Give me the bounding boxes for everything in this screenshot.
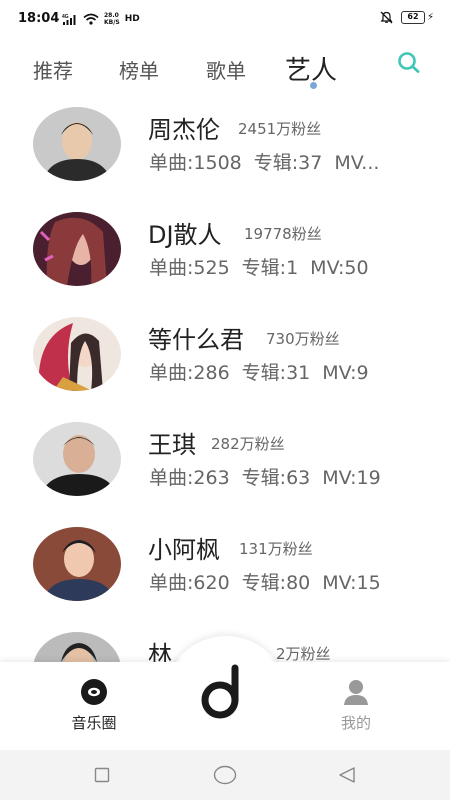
nav-profile[interactable]: 我的 (316, 678, 396, 733)
status-time: 18:04 (18, 11, 60, 26)
status-indicators: 4G 28.0 KB/S HD (62, 11, 140, 27)
active-tab-indicator (310, 82, 317, 89)
tab-playlists[interactable]: 歌单 (206, 55, 246, 84)
vinyl-record-icon (81, 679, 107, 705)
album-count: 专辑:37 (253, 152, 323, 174)
fan-count: 131万粉丝 (239, 540, 313, 558)
artist-stats: 单曲:263 专辑:63 MV:19 (149, 463, 381, 490)
album-count: 专辑:63 (241, 467, 311, 489)
artist-item[interactable]: 周杰伦 2451万粉丝 单曲:1508 专辑:37 MV... (0, 107, 450, 197)
nav-music-circle[interactable]: 音乐圈 (54, 678, 134, 733)
single-count: 单曲:263 (149, 467, 230, 489)
nav-label: 音乐圈 (71, 714, 117, 732)
mv-count: MV... (334, 152, 380, 174)
system-navigation-bar (0, 750, 450, 800)
status-bar: 18:04 4G 28.0 KB/S HD 62 ⚡ (0, 0, 450, 38)
fan-count: 19778粉丝 (244, 225, 322, 243)
fan-count: 730万粉丝 (266, 330, 340, 348)
artist-stats: 单曲:286 专辑:31 MV:9 (149, 358, 369, 385)
artist-item[interactable]: DJ散人 19778粉丝 单曲:525 专辑:1 MV:50 (0, 212, 450, 302)
status-right: 62 ⚡ (380, 11, 434, 24)
speed-value: 28.0 (104, 12, 119, 19)
artist-stats: 单曲:1508 专辑:37 MV... (149, 148, 379, 175)
tab-recommend[interactable]: 推荐 (33, 55, 73, 84)
artist-stats: 单曲:525 专辑:1 MV:50 (149, 253, 369, 280)
avatar (33, 317, 121, 391)
avatar (33, 107, 121, 181)
fan-count: 2451万粉丝 (238, 120, 322, 138)
single-count: 单曲:525 (149, 257, 230, 279)
home-circle-icon[interactable] (213, 765, 237, 785)
mv-count: MV:19 (322, 467, 381, 489)
artist-item[interactable]: 王琪 282万粉丝 单曲:263 专辑:63 MV:19 (0, 422, 450, 512)
artist-name: 王琪 (148, 431, 196, 459)
battery-indicator: 62 (400, 11, 425, 24)
album-count: 专辑:1 (241, 257, 299, 279)
single-count: 单曲:286 (149, 362, 230, 384)
speed-unit: KB/S (104, 19, 120, 26)
artist-name: 小阿枫 (148, 536, 220, 564)
nav-label: 我的 (340, 714, 371, 732)
single-count: 单曲:620 (149, 572, 230, 594)
wifi-icon (83, 13, 99, 25)
single-count: 单曲:1508 (149, 152, 242, 174)
avatar (33, 422, 121, 496)
avatar (33, 527, 121, 601)
mv-count: MV:15 (322, 572, 381, 594)
mute-bell-icon (380, 11, 393, 24)
avatar (33, 212, 121, 286)
user-icon (344, 680, 368, 705)
recent-apps-icon[interactable] (94, 767, 110, 783)
search-icon[interactable] (396, 50, 422, 76)
network-speed: 28.0 KB/S (104, 12, 120, 26)
hd-badge: HD (124, 14, 140, 24)
svg-text:4G: 4G (62, 14, 69, 20)
charging-icon: ⚡ (426, 12, 434, 23)
music-note-logo-icon[interactable] (196, 664, 256, 724)
artist-name: DJ散人 (148, 221, 222, 249)
artist-name: 周杰伦 (148, 116, 220, 144)
album-count: 专辑:80 (241, 572, 311, 594)
album-count: 专辑:31 (241, 362, 311, 384)
artist-stats: 单曲:620 专辑:80 MV:15 (149, 568, 381, 595)
artist-item[interactable]: 小阿枫 131万粉丝 单曲:620 专辑:80 MV:15 (0, 527, 450, 617)
back-triangle-icon[interactable] (337, 766, 357, 784)
cellular-signal-icon: 4G (62, 14, 76, 25)
mv-count: MV:50 (310, 257, 369, 279)
mv-count: MV:9 (322, 362, 369, 384)
fan-count: 282万粉丝 (211, 435, 285, 453)
tab-charts[interactable]: 榜单 (119, 55, 159, 84)
artist-item[interactable]: 等什么君 730万粉丝 单曲:286 专辑:31 MV:9 (0, 317, 450, 407)
category-tabs: 推荐 榜单 歌单 艺人 (0, 45, 450, 95)
fan-count: 2万粉丝 (276, 645, 331, 663)
artist-name: 等什么君 (148, 326, 244, 354)
